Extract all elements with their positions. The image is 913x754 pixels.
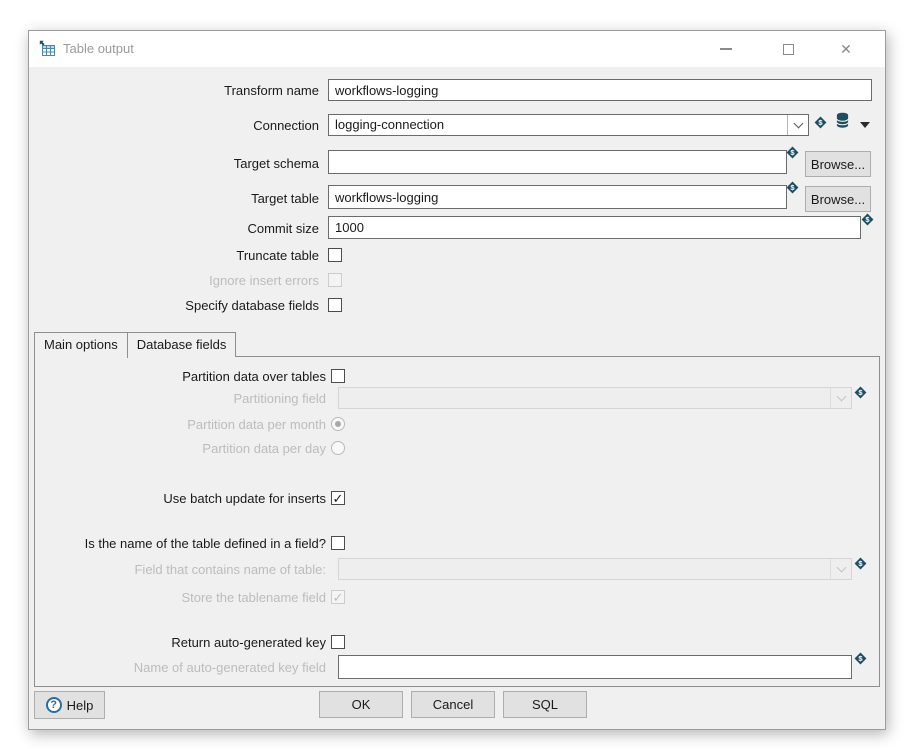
target-table-input[interactable] bbox=[328, 185, 787, 209]
window-title: Table output bbox=[63, 41, 134, 56]
partition-per-month-radio bbox=[331, 417, 345, 431]
database-icon[interactable] bbox=[835, 112, 850, 129]
tab-database-fields[interactable]: Database fields bbox=[128, 332, 237, 357]
maximize-button[interactable] bbox=[773, 34, 803, 64]
ignore-insert-errors-label: Ignore insert errors bbox=[29, 273, 319, 288]
field-with-table-name-combo bbox=[338, 558, 852, 580]
connection-label: Connection bbox=[29, 118, 319, 133]
target-schema-label: Target schema bbox=[29, 156, 319, 171]
connection-menu-caret-icon[interactable] bbox=[860, 122, 870, 128]
table-output-icon bbox=[39, 40, 57, 58]
target-table-label: Target table bbox=[29, 191, 319, 206]
help-button-label: Help bbox=[67, 698, 94, 713]
connection-value: logging-connection bbox=[335, 117, 444, 132]
commit-size-label: Commit size bbox=[29, 221, 319, 236]
tab-bar: Main options Database fields bbox=[34, 332, 236, 357]
auto-key-field-label: Name of auto-generated key field bbox=[29, 660, 326, 675]
maximize-icon bbox=[783, 44, 794, 55]
partition-per-day-radio bbox=[331, 441, 345, 455]
chevron-down-icon bbox=[793, 118, 803, 128]
help-button[interactable]: ? Help bbox=[34, 691, 105, 719]
variable-icon[interactable]: $ bbox=[854, 386, 867, 399]
variable-icon[interactable]: $ bbox=[861, 213, 874, 226]
field-with-table-name-dropdown-button bbox=[830, 559, 851, 579]
variable-icon[interactable]: $ bbox=[786, 181, 799, 194]
variable-icon[interactable]: $ bbox=[854, 652, 867, 665]
partition-data-over-tables-label: Partition data over tables bbox=[29, 369, 326, 384]
table-name-in-field-checkbox[interactable] bbox=[331, 536, 345, 550]
close-button[interactable]: ✕ bbox=[831, 34, 861, 64]
partition-data-over-tables-checkbox[interactable] bbox=[331, 369, 345, 383]
ignore-insert-errors-checkbox bbox=[328, 273, 342, 287]
return-auto-key-checkbox[interactable] bbox=[331, 635, 345, 649]
help-icon: ? bbox=[46, 697, 62, 713]
sql-button[interactable]: SQL bbox=[503, 691, 587, 718]
return-auto-key-label: Return auto-generated key bbox=[29, 635, 326, 650]
partition-per-day-label: Partition data per day bbox=[29, 441, 326, 456]
close-icon: ✕ bbox=[840, 42, 852, 56]
commit-size-input[interactable] bbox=[328, 216, 861, 239]
target-schema-input[interactable] bbox=[328, 150, 787, 174]
variable-icon[interactable]: $ bbox=[786, 146, 799, 159]
partitioning-field-combo bbox=[338, 387, 852, 409]
connection-combo[interactable]: logging-connection bbox=[328, 114, 809, 136]
field-with-table-name-label: Field that contains name of table: bbox=[29, 562, 326, 577]
partitioning-field-dropdown-button bbox=[830, 388, 851, 408]
auto-key-field-input[interactable] bbox=[338, 655, 852, 679]
use-batch-update-checkbox[interactable] bbox=[331, 491, 345, 505]
chevron-down-icon bbox=[836, 562, 846, 572]
minimize-icon bbox=[720, 48, 732, 50]
transform-name-label: Transform name bbox=[29, 83, 319, 98]
truncate-table-label: Truncate table bbox=[29, 248, 319, 263]
chevron-down-icon bbox=[836, 391, 846, 401]
store-tablename-checkbox bbox=[331, 590, 345, 604]
partitioning-field-label: Partitioning field bbox=[29, 391, 326, 406]
use-batch-update-label: Use batch update for inserts bbox=[29, 491, 326, 506]
truncate-table-checkbox[interactable] bbox=[328, 248, 342, 262]
variable-icon[interactable]: $ bbox=[854, 557, 867, 570]
target-schema-browse-button[interactable]: Browse... bbox=[805, 151, 871, 177]
titlebar: Table output ✕ bbox=[29, 31, 885, 67]
table-name-in-field-label: Is the name of the table defined in a fi… bbox=[29, 536, 326, 551]
target-table-browse-button[interactable]: Browse... bbox=[805, 186, 871, 212]
store-tablename-label: Store the tablename field bbox=[29, 590, 326, 605]
cancel-button[interactable]: Cancel bbox=[411, 691, 495, 718]
specify-database-fields-label: Specify database fields bbox=[29, 298, 319, 313]
connection-dropdown-button[interactable] bbox=[787, 115, 808, 135]
partition-per-month-label: Partition data per month bbox=[29, 417, 326, 432]
specify-database-fields-checkbox[interactable] bbox=[328, 298, 342, 312]
table-output-dialog: Table output ✕ Transform name Connection… bbox=[28, 30, 886, 730]
ok-button[interactable]: OK bbox=[319, 691, 403, 718]
transform-name-input[interactable] bbox=[328, 79, 872, 101]
tab-main-options[interactable]: Main options bbox=[34, 332, 128, 358]
variable-icon[interactable]: $ bbox=[814, 116, 827, 129]
minimize-button[interactable] bbox=[711, 34, 741, 64]
